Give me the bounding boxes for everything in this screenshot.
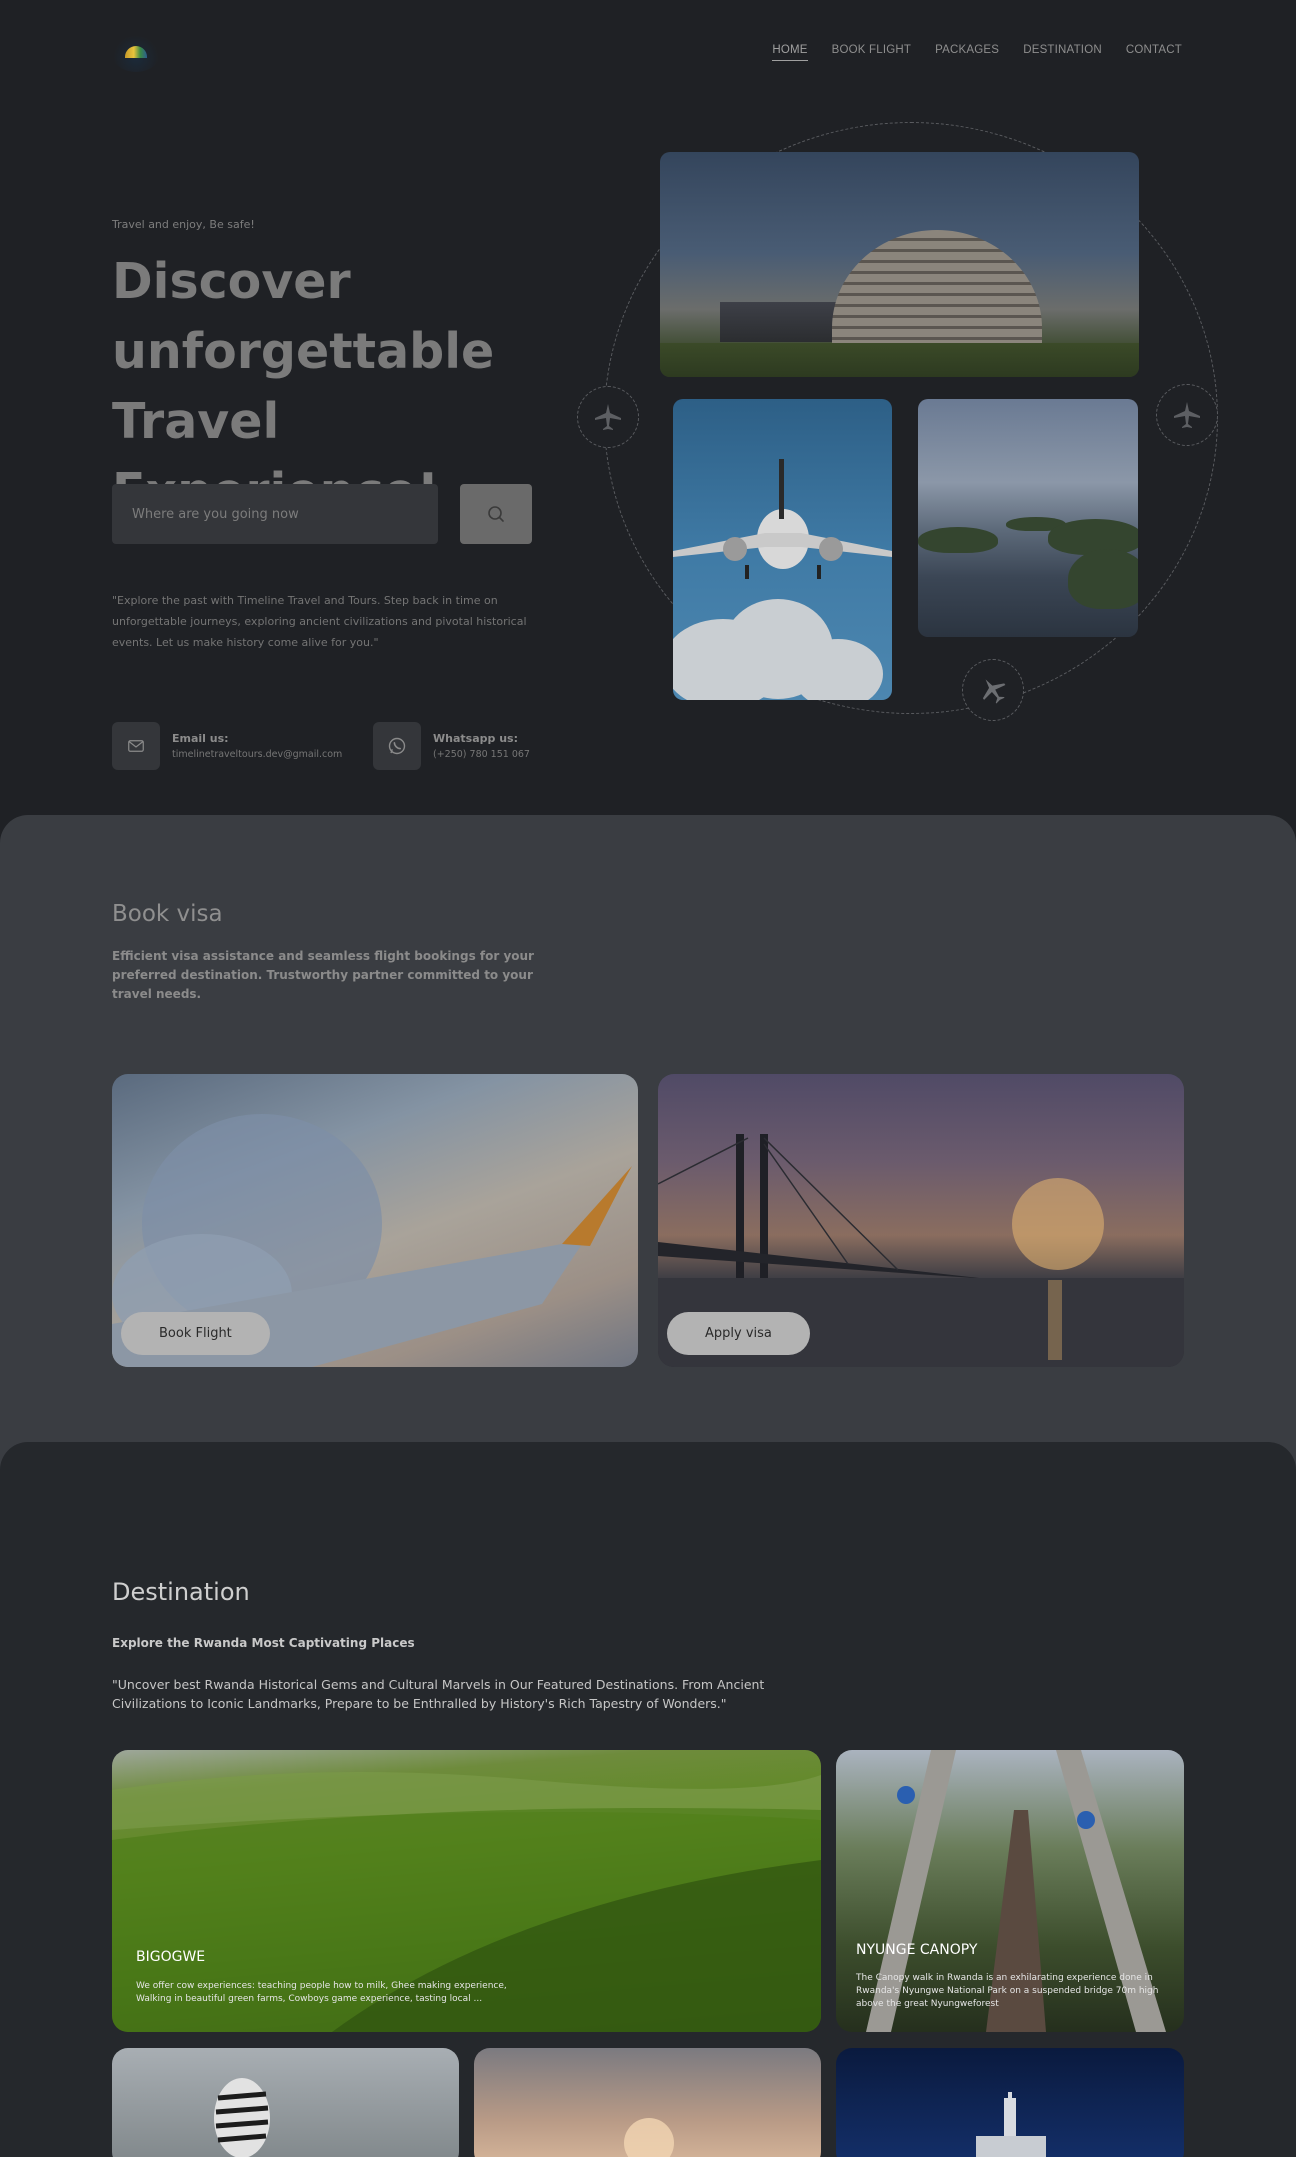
destination-card-zebra[interactable] [112,2048,459,2157]
island-shape [918,527,998,553]
logo-mark-icon [125,46,147,58]
nav-links: HOME BOOK FLIGHT PACKAGES DESTINATION CO… [772,44,1182,61]
nyunge-canopy-text: The Canopy walk in Rwanda is an exhilara… [856,1973,1159,2009]
plane-icon [595,404,621,430]
airplane-photo [673,399,892,700]
plane-icon [1174,402,1200,428]
cloud-shape [793,639,883,700]
hero-title-line: Discover [112,253,351,310]
destination-card-nyunge-canopy[interactable]: NYUNGE CANOPY The Canopy walk in Rwanda … [836,1750,1184,2032]
book-visa-subtitle: Efficient visa assistance and seamless f… [112,949,534,1001]
plane-badge-bottom [962,659,1024,721]
destination-search-input[interactable] [112,484,438,544]
island-shape [1048,519,1138,555]
destination-title: Destination [112,1578,250,1606]
nyunge-canopy-title: NYUNGE CANOPY [856,1942,978,1958]
whatsapp-icon-box [373,722,421,770]
hero-title-line: unforgettable [112,323,495,380]
email-contact[interactable]: Email us: timelinetraveltours.dev@gmail.… [112,722,342,770]
search-icon [488,506,504,522]
site-logo[interactable] [112,36,160,72]
top-navigation: HOME BOOK FLIGHT PACKAGES DESTINATION CO… [0,0,1296,110]
book-flight-button[interactable]: Book Flight [121,1312,270,1355]
search-button[interactable] [460,484,532,544]
mail-icon-box [112,722,160,770]
island-shape [1068,549,1138,609]
zebra-illustration [214,2078,270,2157]
hero-description: "Explore the past with Timeline Travel a… [112,594,527,649]
hero-tagline: Travel and enjoy, Be safe! [112,218,255,231]
convention-center-photo [660,152,1139,377]
book-visa-title: Book visa [112,901,223,927]
nav-destination-link[interactable]: DESTINATION [1023,44,1102,61]
plane-icon [982,679,1006,704]
apply-visa-card: Apply visa [658,1074,1184,1367]
nav-contact-link[interactable]: CONTACT [1126,44,1182,61]
destination-subtitle: Explore the Rwanda Most Captivating Plac… [112,1636,415,1650]
email-value[interactable]: timelinetraveltours.dev@gmail.com [172,749,342,760]
destination-card-sunset[interactable] [474,2048,821,2157]
book-flight-card: Book Flight [112,1074,638,1367]
whatsapp-label: Whatsapp us: [433,732,518,745]
plane-badge-left [577,386,639,448]
whatsapp-contact[interactable]: Whatsapp us: (+250) 780 151 067 [373,722,530,770]
destination-card-night-city[interactable] [836,2048,1184,2157]
plane-badge-right [1156,384,1218,446]
nav-packages-link[interactable]: PACKAGES [935,44,999,61]
nav-home-link[interactable]: HOME [772,44,808,61]
bigogwe-text: We offer cow experiences: teaching peopl… [136,1981,507,2004]
lake-islands-photo [918,399,1138,637]
apply-visa-button[interactable]: Apply visa [667,1312,810,1355]
mail-icon [128,740,144,752]
whatsapp-value[interactable]: (+250) 780 151 067 [433,749,530,760]
whatsapp-icon [388,737,406,755]
sun-shape [624,2118,674,2157]
tower-illustration [976,2092,1046,2157]
lawn-shape [660,343,1139,377]
nav-book-flight-link[interactable]: BOOK FLIGHT [832,44,912,61]
destination-description: "Uncover best Rwanda Historical Gems and… [112,1677,765,1711]
email-label: Email us: [172,732,229,745]
destination-card-bigogwe[interactable]: BIGOGWE We offer cow experiences: teachi… [112,1750,821,2032]
bigogwe-title: BIGOGWE [136,1949,206,1965]
